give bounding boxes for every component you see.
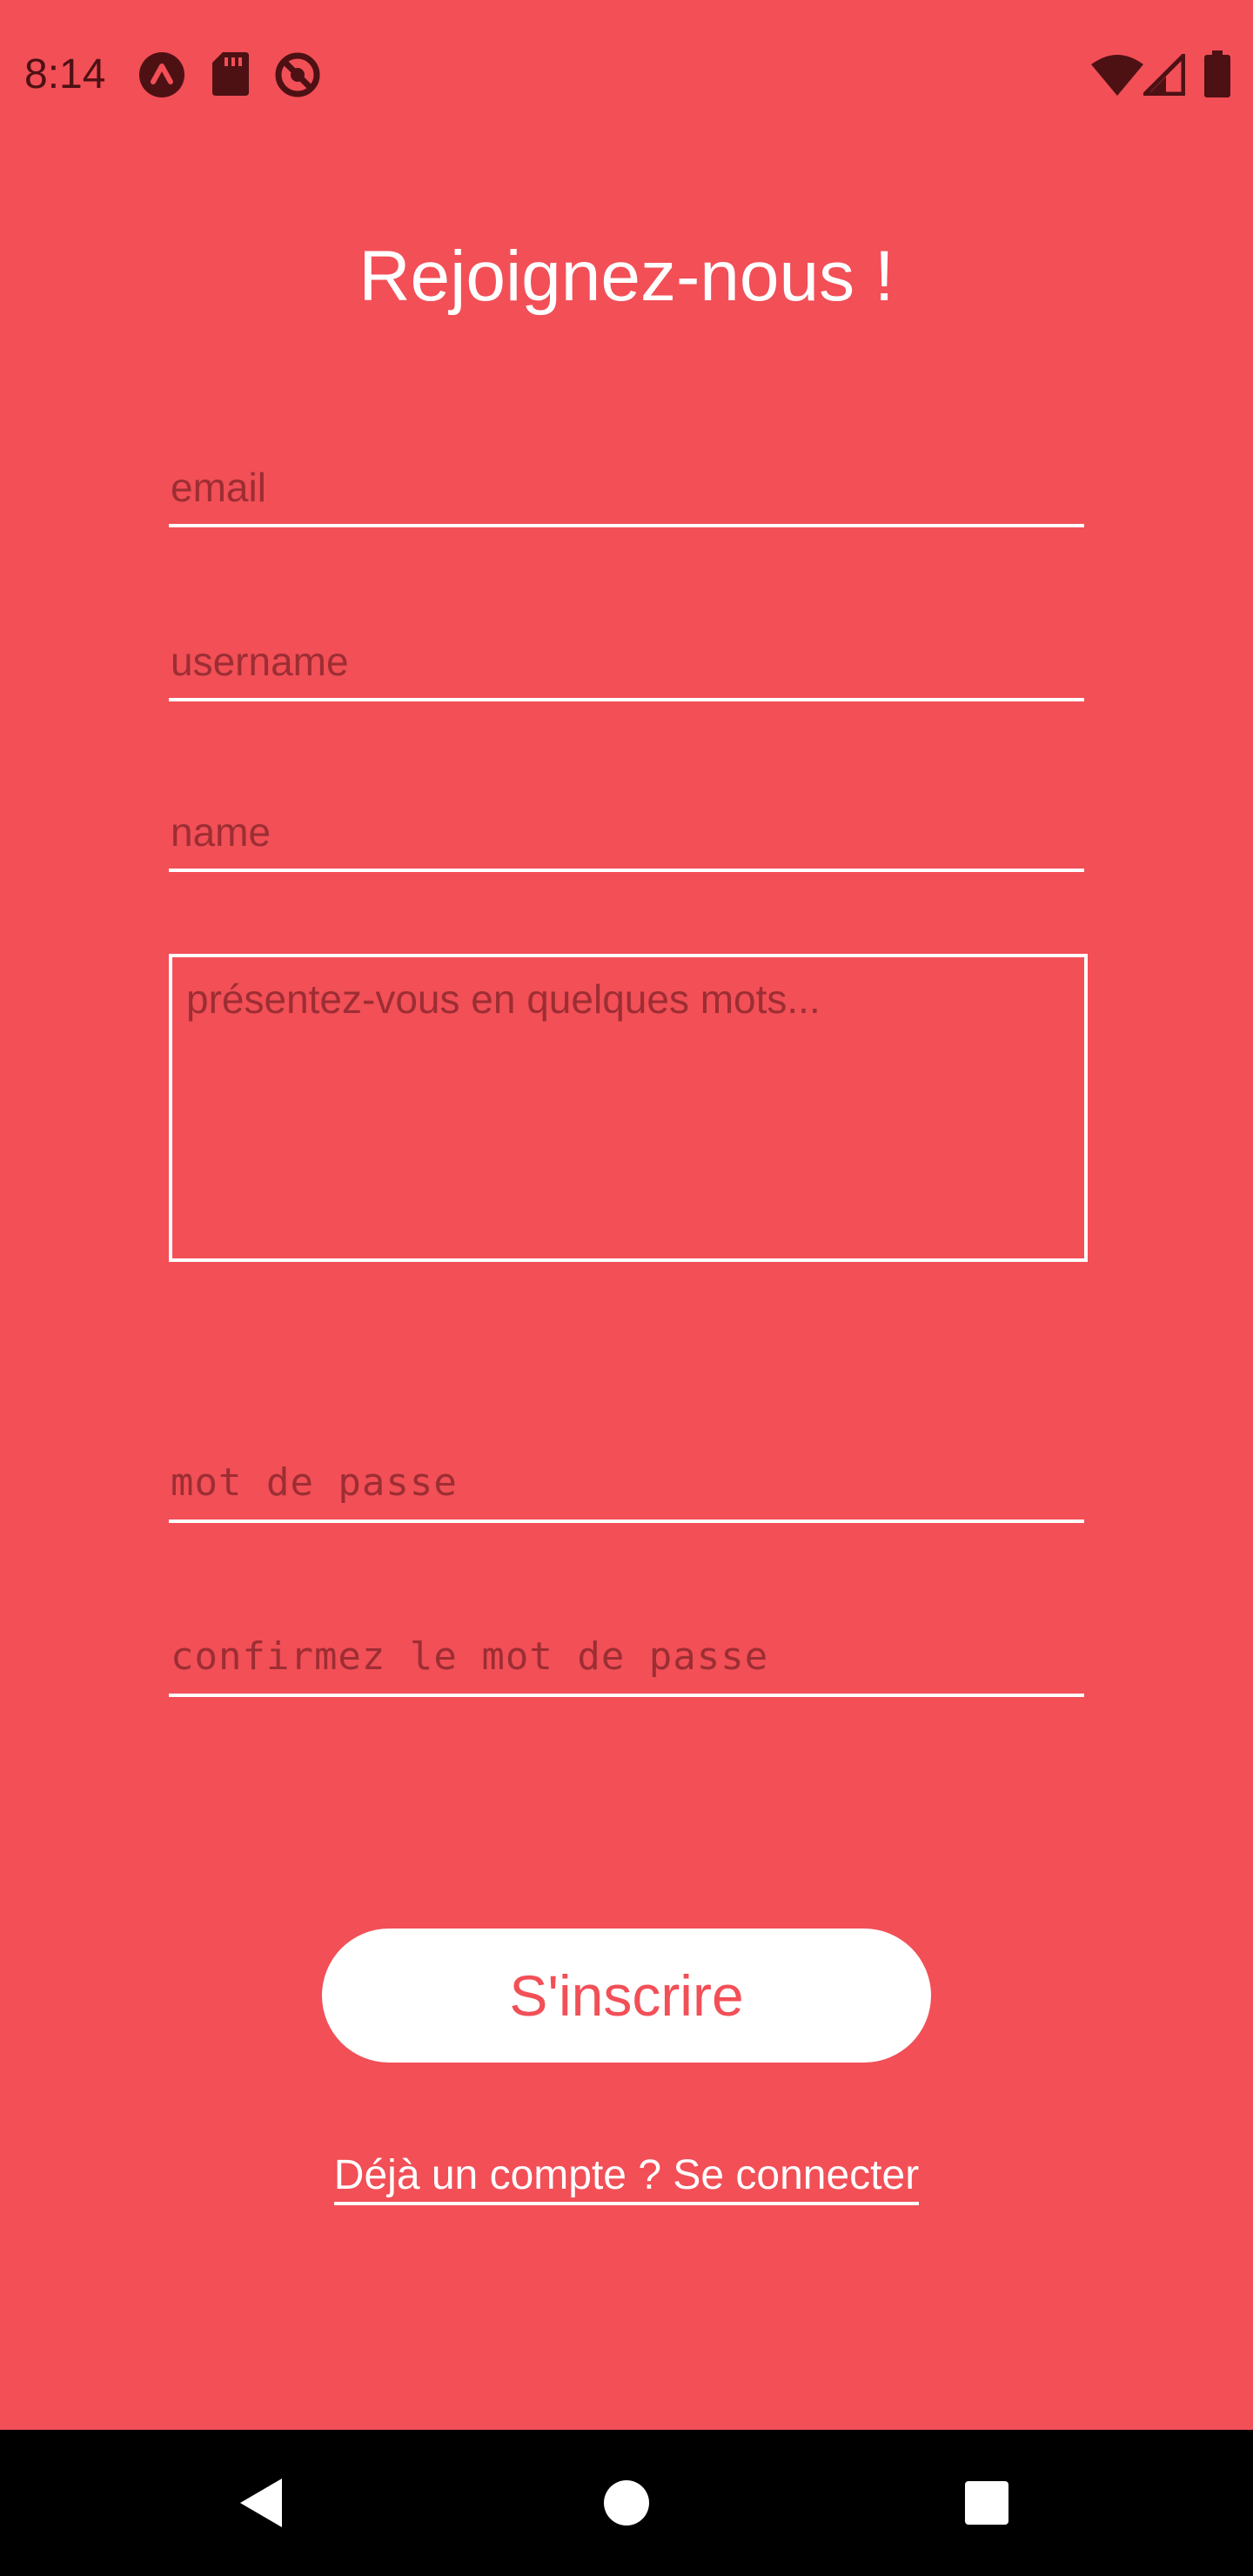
username-placeholder: username: [171, 639, 349, 684]
back-icon[interactable]: [218, 2459, 305, 2546]
password-field[interactable]: mot de passe: [169, 1450, 1084, 1523]
login-link[interactable]: Déjà un compte ? Se connecter: [333, 2152, 920, 2205]
recents-icon[interactable]: [943, 2459, 1030, 2546]
signup-button[interactable]: S'inscrire: [322, 1929, 931, 2063]
do-not-disturb-icon: [275, 52, 320, 97]
home-icon[interactable]: [583, 2459, 670, 2546]
status-time: 8:14: [24, 51, 106, 97]
battery-icon: [1204, 50, 1230, 97]
email-placeholder: email: [171, 465, 266, 510]
navigation-bar: [0, 2430, 1253, 2576]
password-placeholder: mot de passe: [171, 1460, 458, 1505]
email-field[interactable]: email: [169, 454, 1084, 527]
wifi-icon: [1091, 55, 1143, 96]
bio-placeholder: présentez-vous en quelques mots...: [186, 976, 821, 1022]
sd-card-icon: [212, 52, 249, 96]
login-link-row: Déjà un compte ? Se connecter: [0, 2150, 1253, 2205]
confirm-password-placeholder: confirmez le mot de passe: [171, 1634, 769, 1679]
page-title: Rejoignez-nous !: [358, 237, 895, 316]
status-bar: 8:14: [0, 0, 1253, 148]
name-field[interactable]: name: [169, 799, 1084, 872]
app-notification-icon: [139, 52, 184, 97]
name-placeholder: name: [171, 809, 271, 855]
username-field[interactable]: username: [169, 628, 1084, 701]
signal-icon: [1143, 54, 1185, 96]
confirm-password-field[interactable]: confirmez le mot de passe: [169, 1624, 1084, 1697]
bio-textarea[interactable]: présentez-vous en quelques mots...: [169, 954, 1088, 1262]
